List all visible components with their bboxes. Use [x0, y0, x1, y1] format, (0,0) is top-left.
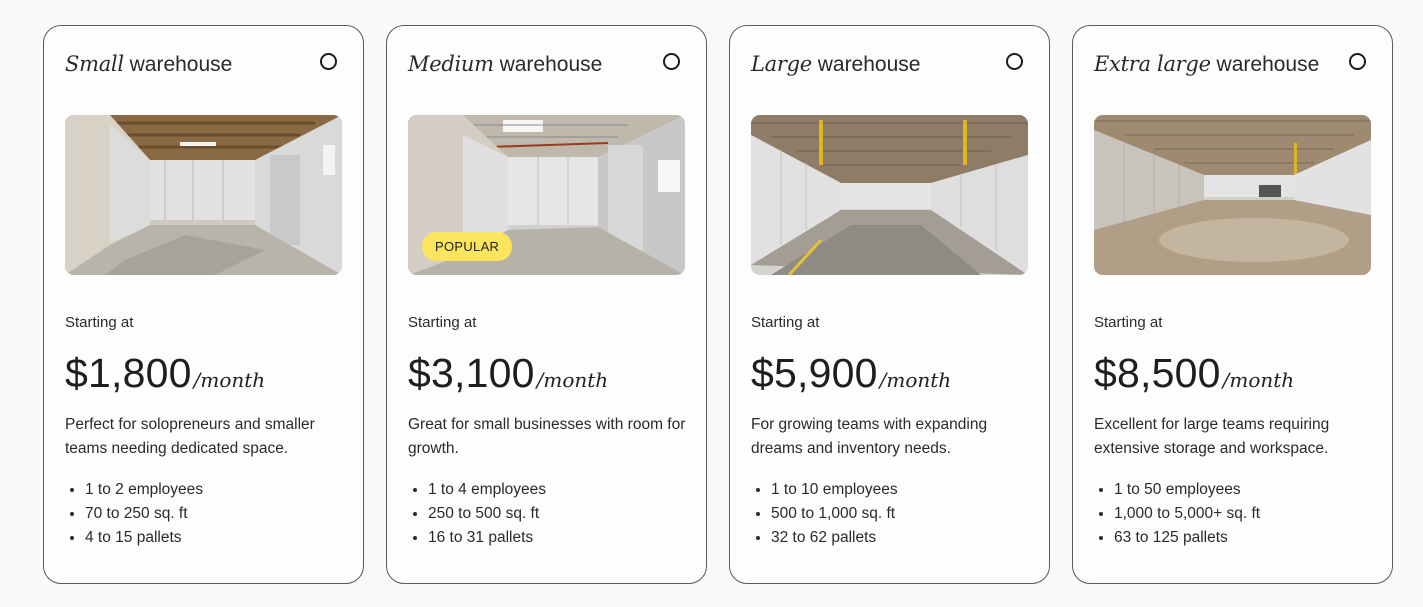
warehouse-photo: [65, 115, 342, 275]
popular-badge: POPULAR: [422, 232, 513, 261]
starting-at-label: Starting at: [408, 314, 477, 331]
plan-size-word: Small: [65, 52, 124, 76]
feature-area: 1,000 to 5,000+ sq. ft: [1114, 502, 1260, 526]
price-row: $3,100/month: [408, 348, 608, 398]
starting-at-label: Starting at: [1094, 314, 1163, 331]
plan-title: Extra large warehouse: [1094, 50, 1319, 79]
feature-pallets: 32 to 62 pallets: [771, 526, 898, 550]
price-period: /month: [1222, 368, 1295, 392]
plan-select-radio[interactable]: [320, 53, 337, 70]
feature-pallets: 4 to 15 pallets: [85, 526, 203, 550]
feature-pallets: 16 to 31 pallets: [428, 526, 546, 550]
plan-features: 1 to 2 employees 70 to 250 sq. ft 4 to 1…: [65, 478, 203, 550]
warehouse-photo: POPULAR: [408, 115, 685, 275]
warehouse-photo: [751, 115, 1028, 275]
feature-employees: 1 to 2 employees: [85, 478, 203, 502]
plan-card-extra-large[interactable]: Extra large warehouse Starting at $8,500…: [1072, 25, 1393, 584]
plan-title-suffix: warehouse: [817, 53, 921, 76]
pricing-cards: Small warehouse Starting at $1,800 /mont…: [0, 0, 1423, 607]
plan-description: Excellent for large teams requiring exte…: [1094, 416, 1330, 457]
plan-select-radio[interactable]: [663, 53, 680, 70]
plan-card-large[interactable]: Large warehouse Starting at $5,900 /mont…: [729, 25, 1050, 584]
feature-area: 250 to 500 sq. ft: [428, 502, 546, 526]
warehouse-photo: [1094, 115, 1371, 275]
price-period: /month: [879, 368, 952, 392]
plan-select-radio[interactable]: [1349, 53, 1366, 70]
price-row: $8,500/month: [1094, 348, 1294, 398]
feature-area: 70 to 250 sq. ft: [85, 502, 203, 526]
plan-title-suffix: warehouse: [129, 53, 233, 76]
feature-pallets: 63 to 125 pallets: [1114, 526, 1260, 550]
plan-title: Medium warehouse: [408, 50, 602, 79]
feature-employees: 1 to 10 employees: [771, 478, 898, 502]
price-row: $1,800/month: [65, 348, 265, 398]
plan-features: 1 to 10 employees 500 to 1,000 sq. ft 32…: [751, 478, 898, 550]
plan-size-word: Extra large: [1094, 52, 1211, 76]
feature-employees: 1 to 50 employees: [1114, 478, 1260, 502]
price-period: /month: [536, 368, 609, 392]
feature-employees: 1 to 4 employees: [428, 478, 546, 502]
plan-price: $8,500: [1094, 350, 1221, 396]
plan-title-suffix: warehouse: [499, 53, 603, 76]
plan-size-word: Large: [751, 52, 812, 76]
plan-size-word: Medium: [408, 52, 494, 76]
plan-description: Great for small businesses with room for…: [408, 416, 686, 457]
plan-title: Large warehouse: [751, 50, 920, 79]
plan-title: Small warehouse: [65, 50, 232, 79]
plan-price: $3,100: [408, 350, 535, 396]
plan-price: $1,800: [65, 350, 192, 396]
plan-select-radio[interactable]: [1006, 53, 1023, 70]
plan-card-medium[interactable]: Medium warehouse POPULAR Starting at $3,…: [386, 25, 707, 584]
plan-features: 1 to 50 employees 1,000 to 5,000+ sq. ft…: [1094, 478, 1260, 550]
plan-card-small[interactable]: Small warehouse Starting at $1,800 /mont…: [43, 25, 364, 584]
starting-at-label: Starting at: [751, 314, 820, 331]
price-row: $5,900/month: [751, 348, 951, 398]
plan-title-suffix: warehouse: [1216, 53, 1320, 76]
starting-at-label: Starting at: [65, 314, 134, 331]
plan-price: $5,900: [751, 350, 878, 396]
feature-area: 500 to 1,000 sq. ft: [771, 502, 898, 526]
price-period: /month: [193, 368, 266, 392]
plan-description: For growing teams with expanding dreams …: [751, 416, 988, 457]
plan-features: 1 to 4 employees 250 to 500 sq. ft 16 to…: [408, 478, 546, 550]
plan-description: Perfect for solopreneurs and smaller tea…: [65, 416, 315, 457]
